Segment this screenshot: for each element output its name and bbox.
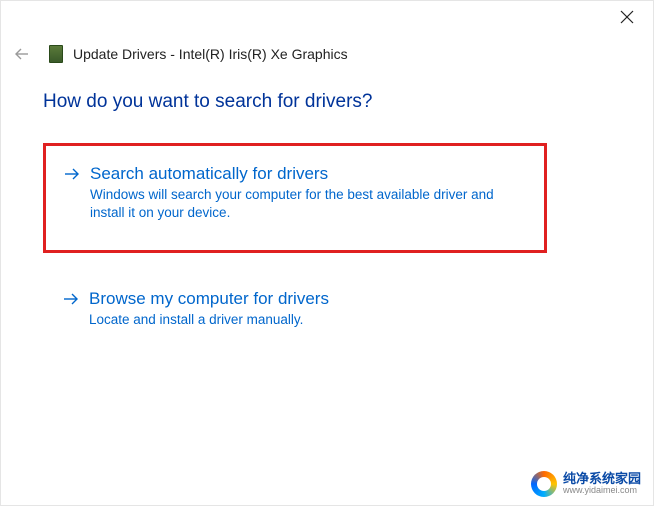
option-search-automatically[interactable]: Search automatically for drivers Windows…	[43, 143, 547, 253]
option-browse-computer[interactable]: Browse my computer for drivers Locate an…	[43, 269, 547, 359]
option-header: Browse my computer for drivers	[63, 289, 527, 309]
option-title: Browse my computer for drivers	[89, 289, 329, 309]
option-description: Windows will search your computer for th…	[90, 186, 526, 222]
back-button[interactable]	[11, 43, 33, 65]
watermark: 纯净系统家园 www.yidaimei.com	[531, 471, 641, 497]
option-title: Search automatically for drivers	[90, 164, 328, 184]
watermark-url: www.yidaimei.com	[563, 486, 641, 495]
option-header: Search automatically for drivers	[64, 164, 526, 184]
close-icon	[620, 10, 634, 24]
arrow-right-icon	[64, 166, 80, 182]
arrow-left-icon	[14, 46, 30, 62]
watermark-title: 纯净系统家园	[563, 472, 641, 486]
close-button[interactable]	[613, 3, 641, 31]
device-icon	[49, 45, 63, 63]
content-area: How do you want to search for drivers? S…	[1, 73, 653, 360]
titlebar	[1, 1, 653, 33]
dialog-header: Update Drivers - Intel(R) Iris(R) Xe Gra…	[1, 33, 653, 73]
watermark-logo-icon	[531, 471, 557, 497]
watermark-text: 纯净系统家园 www.yidaimei.com	[563, 472, 641, 495]
window-title: Update Drivers - Intel(R) Iris(R) Xe Gra…	[73, 46, 348, 62]
page-heading: How do you want to search for drivers?	[43, 91, 611, 113]
arrow-right-icon	[63, 291, 79, 307]
option-description: Locate and install a driver manually.	[89, 311, 527, 329]
